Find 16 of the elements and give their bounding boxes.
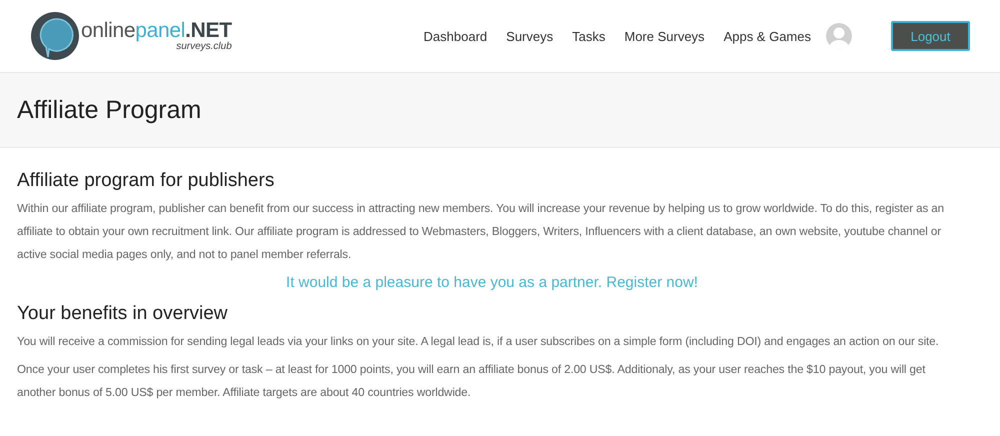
nav-link[interactable]: Dashboard <box>424 28 488 44</box>
logo-icon <box>30 11 80 61</box>
page-title: Affiliate Program <box>17 96 202 124</box>
nav-link[interactable]: Surveys <box>506 28 554 44</box>
paragraph: Within our affiliate program, publisher can benefit from our success in attracting new members. You will increase your revenue by helping us to grow worldwide. To do this, register as an affiliate to obtain your own recruitment link. Our affiliate program is addressed to Webmasters, Bloggers, Writers, Influencers with a client database, an own website, youtube channel or active social media pages only, and not to panel member referrals. <box>17 201 945 263</box>
avatar-icon[interactable] <box>826 23 852 49</box>
paragraph: You will receive a commission for sending legal leads via your links on your site. A legal lead is, if a user subscribes on a simple form (including DOI) and engages an action on our site. <box>17 334 940 350</box>
paragraph: Once your user completes his first survey or task – at least for 1000 points, you will earn an affiliate bonus of 2.00 US$. Additionaly, as your user reaches the $10 payout, you will get another bonus of 5.00 US$ per member. Affiliate targets are about 40 countries worldwide. <box>17 362 926 401</box>
nav-link[interactable]: Tasks <box>572 28 606 44</box>
section-heading: Affiliate program for publishers <box>17 169 276 193</box>
logout-button[interactable]: Logout <box>891 21 970 51</box>
nav-link[interactable]: Apps & Games <box>724 28 811 44</box>
nav-link[interactable]: More Surveys <box>624 28 705 44</box>
logo-tagline: surveys.club <box>176 42 232 52</box>
section-heading: Your benefits in overview <box>17 302 229 326</box>
logo-wordmark: onlinepanel.NET <box>81 20 232 42</box>
